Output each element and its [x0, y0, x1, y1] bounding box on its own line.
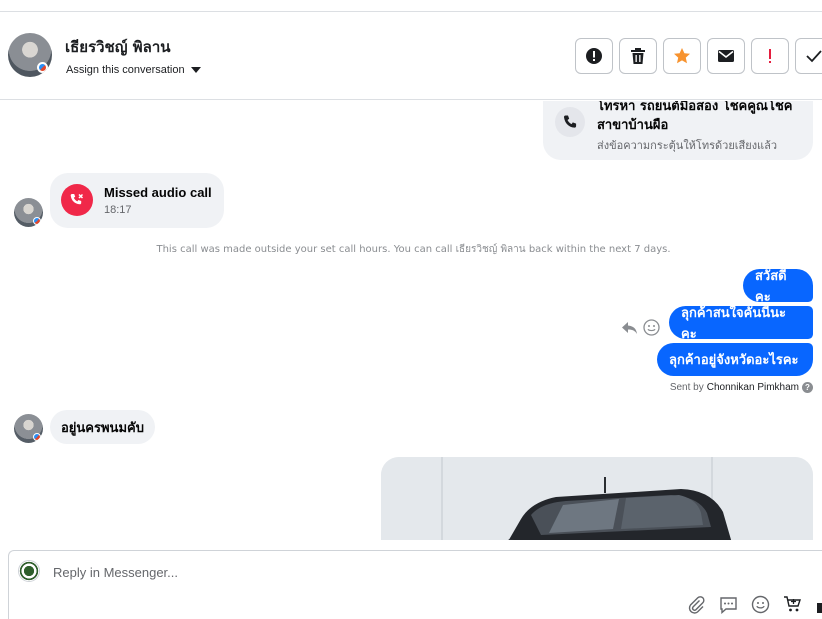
caret-down-icon	[190, 67, 201, 73]
missed-call-bubble[interactable]: Missed audio call 18:17	[50, 173, 224, 228]
star-button[interactable]	[663, 38, 701, 74]
follow-up-button[interactable]	[751, 38, 789, 74]
contact-name[interactable]: เธียรวิชญ์ พิลาน	[65, 35, 171, 59]
message-hover-actions	[621, 319, 660, 341]
call-prompt-subtitle: ส่งข้อความกระตุ้นให้โทรด้วยเสียงแล้ว	[597, 139, 778, 152]
outgoing-message[interactable]: ลุกค้าสนใจคันนี้นะคะ	[669, 306, 813, 342]
mark-unread-button[interactable]	[707, 38, 745, 74]
contact-avatar[interactable]	[8, 33, 52, 77]
composer-tools	[687, 595, 802, 614]
message-thread[interactable]: โทรหา รถยนต์มือสอง โชคคูณโชค สาขาบ้านผือ…	[0, 101, 822, 540]
sent-by-prefix: Sent by	[669, 382, 704, 393]
header-actions	[575, 38, 822, 74]
help-icon[interactable]: ?	[802, 382, 813, 393]
missed-call-icon	[61, 184, 93, 216]
saved-replies-icon[interactable]	[719, 596, 738, 614]
car-photo-attachment[interactable]	[381, 457, 813, 540]
missed-call-title: Missed audio call	[104, 185, 212, 200]
envelope-icon	[718, 50, 734, 62]
attach-icon[interactable]	[687, 595, 706, 614]
spam-alert-icon	[586, 48, 602, 64]
exclamation-icon	[769, 49, 771, 63]
delete-button[interactable]	[619, 38, 657, 74]
check-icon	[806, 50, 822, 63]
car-photo-image	[381, 457, 813, 540]
phone-icon	[555, 107, 585, 137]
missed-call-time: 18:17	[104, 204, 132, 216]
trash-icon	[631, 48, 645, 64]
messenger-badge-icon	[33, 433, 41, 441]
assign-conversation-dropdown[interactable]: Assign this conversation	[66, 64, 201, 76]
call-hours-notice: This call was made outside your set call…	[156, 244, 671, 255]
call-prompt-card: โทรหา รถยนต์มือสอง โชคคูณโชค สาขาบ้านผือ…	[543, 101, 813, 160]
contact-avatar-small[interactable]	[14, 414, 43, 443]
star-icon	[674, 48, 690, 64]
assign-label: Assign this conversation	[66, 64, 185, 76]
reply-icon[interactable]	[621, 321, 638, 340]
mark-done-button[interactable]	[795, 38, 822, 74]
emoji-icon[interactable]	[751, 595, 770, 614]
outgoing-message[interactable]: สวัสดีคะ	[743, 269, 813, 305]
incoming-message[interactable]: อยู่นครพนมคับ	[50, 410, 155, 444]
reply-composer	[8, 550, 822, 619]
contact-avatar-small[interactable]	[14, 198, 43, 227]
more-tools-edge[interactable]	[817, 603, 822, 613]
sender-name: Chonnikan Pimkham	[706, 382, 799, 393]
messenger-badge-icon	[37, 62, 48, 73]
conversation-header: เธียรวิชญ์ พิลาน Assign this conversatio…	[0, 12, 822, 100]
mark-spam-button[interactable]	[575, 38, 613, 74]
react-emoji-icon[interactable]	[643, 319, 660, 341]
outgoing-message[interactable]: ลุกค้าอยู่จังหวัดอะไรคะ	[657, 343, 813, 376]
reply-input[interactable]	[53, 565, 653, 580]
sent-by-label: Sent by Chonnikan Pimkham ?	[670, 382, 813, 393]
page-logo	[18, 560, 40, 582]
messenger-badge-icon	[33, 217, 41, 225]
call-prompt-title: โทรหา รถยนต์มือสอง โชคคูณโชค สาขาบ้านผือ	[597, 101, 793, 133]
shop-cart-icon[interactable]	[783, 595, 802, 614]
